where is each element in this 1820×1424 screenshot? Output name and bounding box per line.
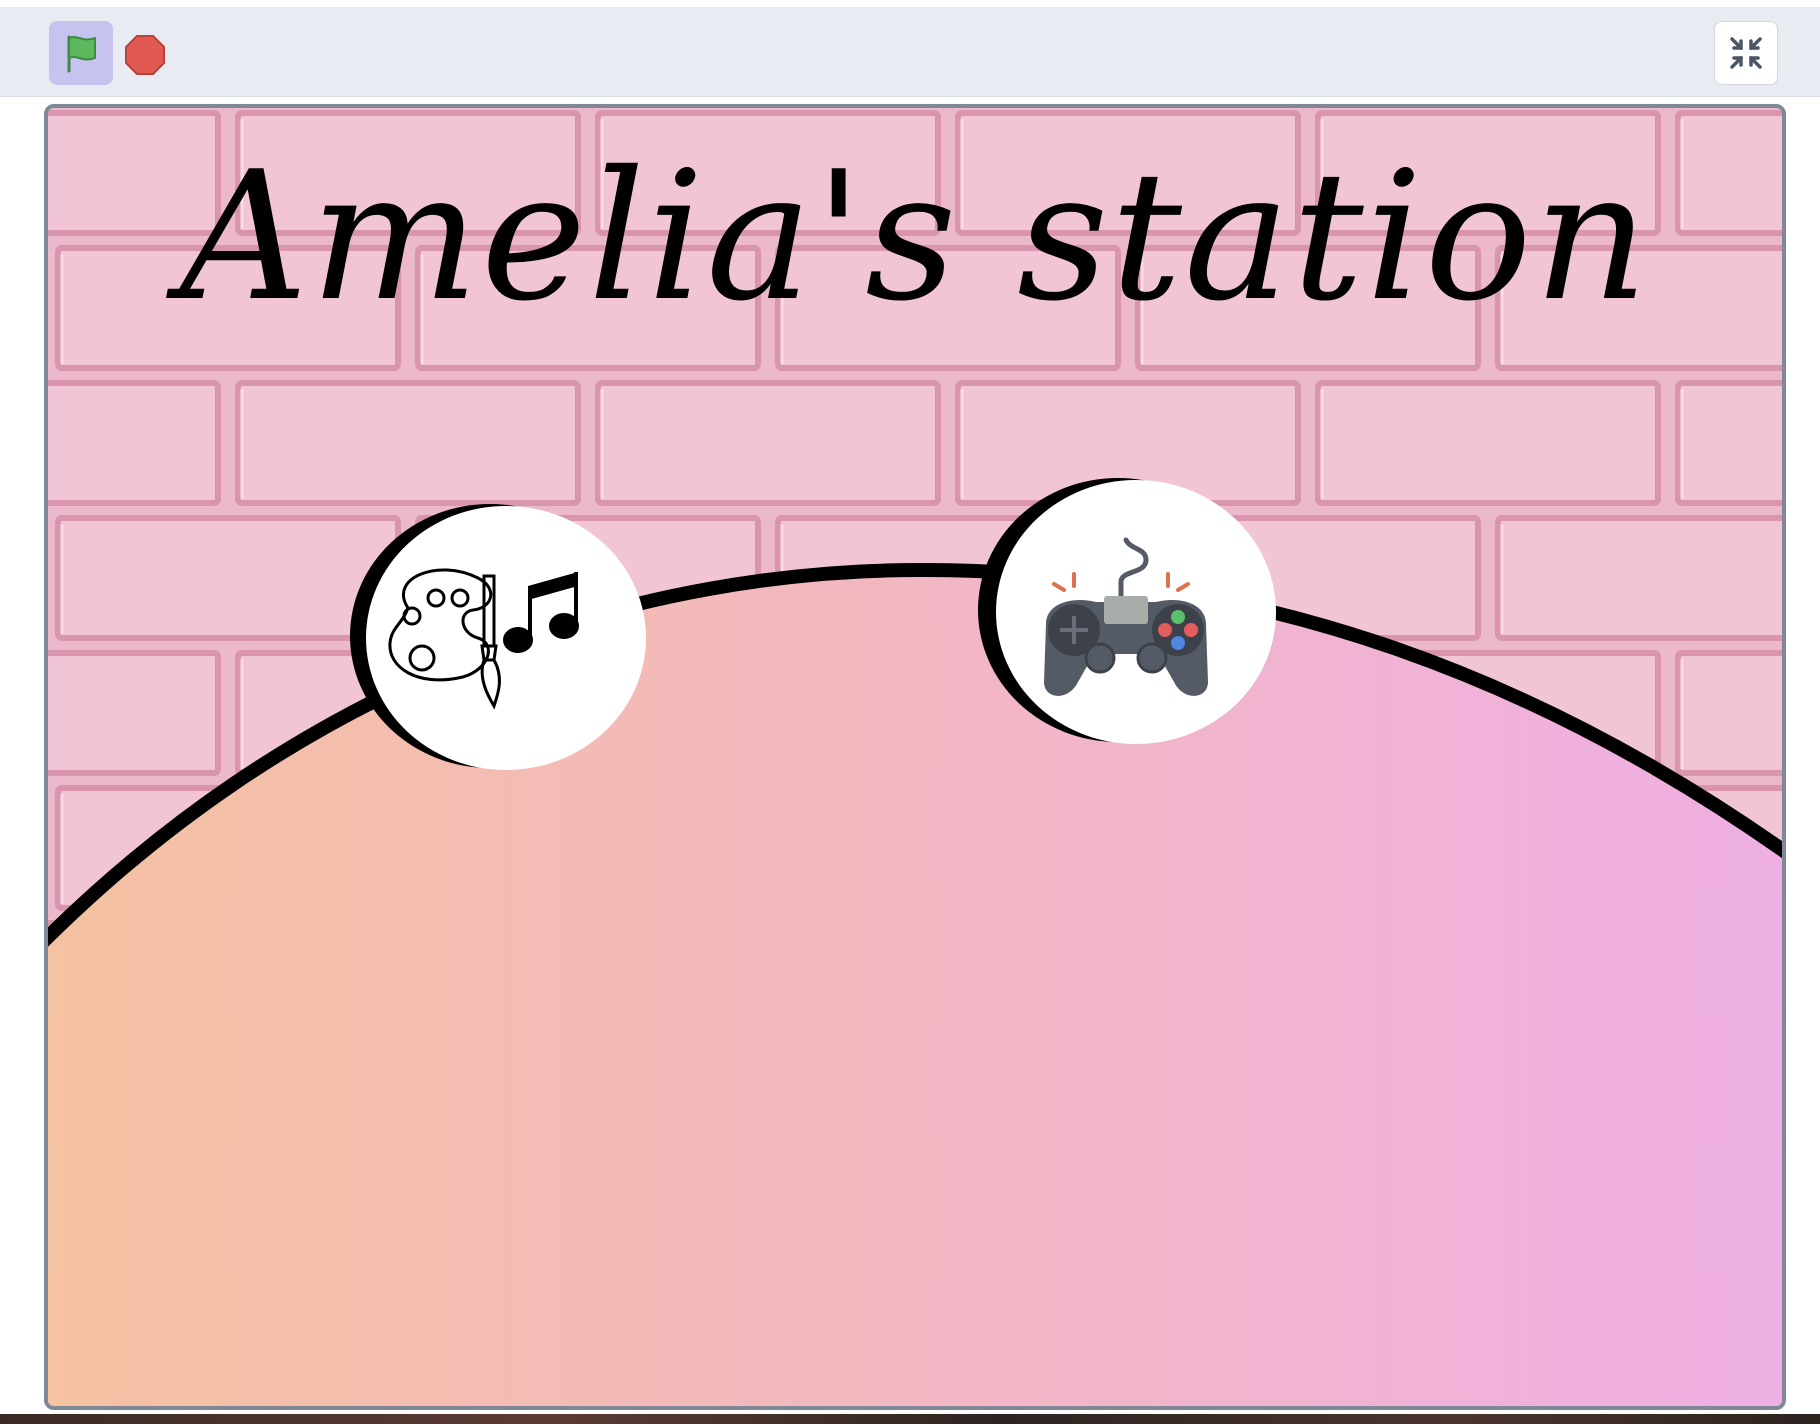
stage-toolbar: [0, 0, 1820, 97]
desktop-edge: [0, 1414, 1820, 1424]
exit-fullscreen-button[interactable]: [1714, 21, 1778, 85]
stage[interactable]: Amelia's station: [44, 104, 1786, 1410]
game-controller-sprite[interactable]: [976, 474, 1276, 754]
stop-button[interactable]: [123, 33, 167, 77]
art-music-sprite[interactable]: [348, 498, 648, 778]
exit-fullscreen-icon: [1730, 37, 1762, 69]
stage-title: Amelia's station: [179, 133, 1651, 340]
green-flag-icon: [67, 35, 96, 73]
green-flag-button[interactable]: [49, 21, 113, 85]
stop-sign-icon: [125, 35, 165, 75]
